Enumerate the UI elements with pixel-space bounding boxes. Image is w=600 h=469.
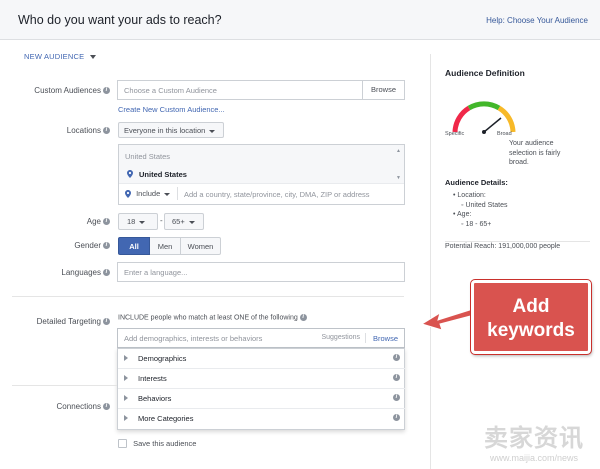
suggestions-link[interactable]: Suggestions bbox=[321, 334, 360, 341]
divider bbox=[445, 241, 590, 242]
location-detail-label: Location: bbox=[457, 192, 486, 199]
info-icon[interactable]: i bbox=[393, 394, 400, 401]
create-custom-audience-link[interactable]: Create New Custom Audience... bbox=[118, 105, 225, 114]
category-behaviors[interactable]: Behaviors i bbox=[118, 389, 405, 409]
custom-audience-placeholder: Choose a Custom Audience bbox=[124, 86, 217, 95]
location-scope-select[interactable]: Everyone in this location bbox=[118, 122, 224, 138]
include-label: Include bbox=[136, 189, 161, 198]
info-icon[interactable]: i bbox=[103, 403, 110, 411]
gender-toggle: All Men Women bbox=[118, 237, 221, 255]
divider bbox=[177, 187, 178, 200]
gauge-description: Your audience selection is fairly broad. bbox=[509, 140, 561, 166]
section-divider bbox=[12, 385, 117, 386]
expand-arrow-icon bbox=[124, 395, 128, 401]
locations-label: Locations i bbox=[67, 126, 110, 135]
chevron-down-icon bbox=[164, 192, 171, 196]
category-more[interactable]: More Categories i bbox=[118, 409, 405, 429]
info-icon[interactable]: i bbox=[103, 318, 110, 326]
language-input[interactable]: Enter a language... bbox=[117, 262, 405, 282]
potential-reach: Potential Reach: 191,000,000 people bbox=[445, 243, 561, 250]
callout-text: Add keywords bbox=[487, 296, 575, 341]
scroll-down-icon[interactable]: ▼ bbox=[396, 175, 401, 181]
age-min-value: 18 bbox=[127, 217, 136, 226]
watermark-url: www.maijia.com/news bbox=[489, 453, 579, 463]
age-min-select[interactable]: 18 bbox=[118, 213, 158, 230]
languages-label: Languages i bbox=[61, 268, 110, 277]
gauge-broad-label: Broad bbox=[497, 131, 512, 137]
audience-definition-title: Audience Definition bbox=[445, 68, 525, 78]
selected-locations: United States United States ▲ ▼ bbox=[119, 145, 404, 184]
detailed-targeting-label: Detailed Targeting i bbox=[37, 317, 110, 326]
selected-location-united-states[interactable]: United States bbox=[139, 170, 187, 179]
watermark-brand: 卖家资讯 bbox=[484, 425, 584, 452]
info-icon[interactable]: i bbox=[103, 127, 110, 135]
pin-icon bbox=[127, 170, 133, 180]
category-interests[interactable]: Interests i bbox=[118, 369, 405, 389]
audience-gauge bbox=[452, 101, 516, 134]
connections-label: Connections i bbox=[57, 402, 110, 411]
audience-definition-panel: Audience Definition Specific Broad Your … bbox=[445, 68, 595, 250]
info-icon[interactable]: i bbox=[103, 269, 110, 277]
age-max-value: 65+ bbox=[172, 217, 185, 226]
info-icon[interactable]: i bbox=[393, 374, 400, 381]
custom-audience-input[interactable]: Choose a Custom Audience Browse bbox=[117, 80, 405, 100]
save-audience-row: Save this audience bbox=[118, 438, 196, 448]
location-group-header: United States bbox=[125, 152, 171, 161]
detailed-targeting-placeholder: Add demographics, interests or behaviors bbox=[124, 334, 263, 343]
age-detail-value: 18 - 65+ bbox=[465, 220, 492, 228]
custom-audience-browse-button[interactable]: Browse bbox=[362, 81, 404, 99]
pin-icon bbox=[125, 190, 131, 199]
audience-details-title: Audience Details: bbox=[445, 178, 508, 187]
browse-dropdown: Demographics i Interests i Behaviors i M… bbox=[117, 348, 405, 430]
expand-arrow-icon bbox=[124, 355, 128, 361]
detailed-targeting-input[interactable]: Add demographics, interests or behaviors… bbox=[117, 328, 405, 348]
info-icon[interactable]: i bbox=[299, 314, 307, 321]
audience-details-list: • Location: ◦ United States • Age: ◦ 18 … bbox=[453, 192, 508, 228]
chevron-down-icon bbox=[139, 220, 146, 224]
save-audience-checkbox[interactable] bbox=[118, 438, 127, 448]
page-title: Who do you want your ads to reach? bbox=[18, 13, 222, 27]
detailed-targeting-browse-link[interactable]: Browse bbox=[373, 334, 398, 343]
include-select[interactable]: Include bbox=[125, 189, 171, 199]
age-label: Age i bbox=[87, 217, 110, 226]
gauge-specific-label: Specific bbox=[445, 131, 465, 137]
help-link[interactable]: Help: Choose Your Audience bbox=[486, 16, 588, 25]
location-scope-value: Everyone in this location bbox=[124, 126, 206, 135]
gender-label: Gender i bbox=[74, 241, 110, 250]
scroll-up-icon[interactable]: ▲ bbox=[396, 148, 401, 154]
location-box: United States United States ▲ ▼ Include … bbox=[118, 144, 405, 205]
gauge-needle bbox=[483, 117, 502, 133]
watermark: 卖家资讯 www.maijia.com/news bbox=[470, 418, 598, 468]
chevron-down-icon bbox=[90, 55, 97, 60]
detailed-targeting-description: INCLUDE people who match at least ONE of… bbox=[118, 314, 307, 321]
language-placeholder: Enter a language... bbox=[124, 268, 188, 277]
age-detail-label: Age: bbox=[457, 211, 472, 218]
divider bbox=[365, 333, 366, 343]
info-icon[interactable]: i bbox=[393, 414, 400, 421]
location-search-input[interactable]: Add a country, state/province, city, DMA… bbox=[184, 190, 370, 199]
new-audience-dropdown[interactable]: NEW AUDIENCE bbox=[24, 52, 97, 61]
info-icon[interactable]: i bbox=[103, 242, 110, 250]
custom-audiences-label: Custom Audiences i bbox=[34, 86, 110, 95]
save-audience-label: Save this audience bbox=[133, 438, 197, 448]
info-icon[interactable]: i bbox=[103, 87, 110, 95]
chevron-down-icon bbox=[209, 129, 216, 133]
category-demographics[interactable]: Demographics i bbox=[118, 349, 405, 369]
gender-all-button[interactable]: All bbox=[118, 237, 150, 255]
chevron-down-icon bbox=[188, 220, 195, 224]
panel-divider bbox=[430, 54, 431, 469]
age-max-select[interactable]: 65+ bbox=[164, 213, 204, 230]
add-keywords-callout: Add keywords bbox=[470, 279, 592, 355]
gender-women-button[interactable]: Women bbox=[181, 237, 221, 255]
age-separator: - bbox=[160, 216, 163, 225]
info-icon[interactable]: i bbox=[103, 218, 110, 226]
expand-arrow-icon bbox=[124, 415, 128, 421]
location-detail-value: United States bbox=[465, 201, 508, 209]
page-header: Who do you want your ads to reach? Help:… bbox=[0, 0, 600, 40]
expand-arrow-icon bbox=[124, 375, 128, 381]
info-icon[interactable]: i bbox=[393, 354, 400, 361]
new-audience-label: NEW AUDIENCE bbox=[24, 52, 85, 61]
section-divider bbox=[12, 296, 404, 297]
gender-men-button[interactable]: Men bbox=[150, 237, 181, 255]
